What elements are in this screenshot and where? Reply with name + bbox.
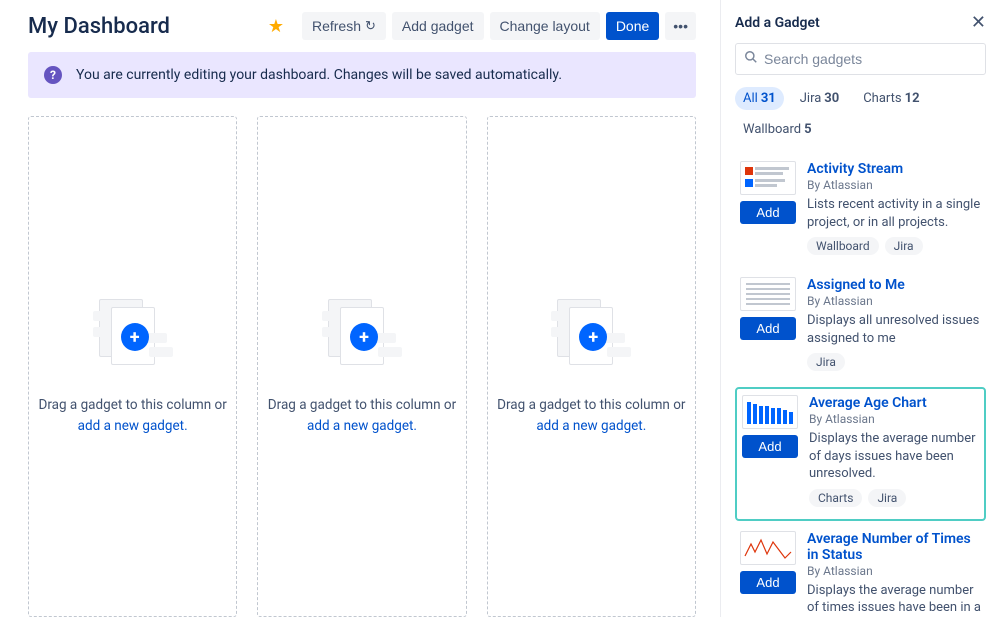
gadget-tag[interactable]: Jira	[885, 237, 923, 255]
drop-illustration: +	[93, 297, 173, 377]
gadget-tag[interactable]: Jira	[868, 489, 906, 507]
gadget-list[interactable]: AddActivity StreamBy AtlassianLists rece…	[735, 155, 996, 617]
gadget-tags: Wallboard Jira	[807, 237, 982, 255]
gadget-item: Add Assigned to MeBy Atlassian Displays al…	[735, 271, 986, 383]
gadget-description: Lists recent activity in a single projec…	[807, 196, 982, 231]
gadget-add-button[interactable]: Add	[740, 317, 796, 340]
gadget-item: Add Activity StreamBy Atlassian Lists rece…	[735, 155, 986, 267]
gadget-author: By Atlassian	[807, 178, 982, 192]
add-gadget-panel: Add a Gadget ✕ All 31 Jira 30 Charts 12 Wal…	[720, 0, 1000, 617]
gadget-add-button[interactable]: Add	[742, 435, 798, 458]
gadget-description: Displays the average number of days issu…	[809, 430, 980, 483]
gadget-thumbnail	[740, 277, 796, 311]
drop-illustration: +	[551, 297, 631, 377]
drop-text: Drag a gadget to this column or add a ne…	[38, 395, 226, 436]
gadget-thumbnail	[740, 161, 796, 195]
gadget-title[interactable]: Average Number of Times in Status	[807, 531, 982, 563]
sidebar-title: Add a Gadget	[735, 15, 820, 31]
plus-icon: +	[121, 323, 149, 351]
drop-text: Drag a gadget to this column or add a ne…	[497, 395, 685, 436]
page-title: My Dashboard	[28, 14, 268, 39]
gadget-add-button[interactable]: Add	[740, 201, 796, 224]
main-area: My Dashboard ★ Refresh ↻ Add gadget Chan…	[0, 0, 720, 617]
search-input[interactable]	[764, 51, 977, 67]
gadget-tags: Jira	[807, 353, 982, 371]
gadget-author: By Atlassian	[807, 294, 982, 308]
gadget-tags: Charts Jira	[809, 489, 980, 507]
change-layout-button[interactable]: Change layout	[490, 12, 600, 40]
add-new-gadget-link[interactable]: add a new gadget.	[536, 418, 646, 434]
done-button[interactable]: Done	[606, 12, 659, 40]
header: My Dashboard ★ Refresh ↻ Add gadget Chan…	[0, 12, 720, 52]
columns: + Drag a gadget to this column or add a …	[0, 116, 720, 617]
filter-tabs: All 31 Jira 30 Charts 12 Wallboard 5	[735, 87, 986, 141]
gadget-tag[interactable]: Wallboard	[807, 237, 879, 255]
drop-illustration: +	[322, 297, 402, 377]
search-icon	[744, 50, 758, 68]
gadget-description: Displays all unresolved issues assigned …	[807, 312, 982, 347]
gadget-title[interactable]: Assigned to Me	[807, 277, 982, 293]
refresh-label: Refresh	[312, 18, 361, 34]
filter-charts[interactable]: Charts 12	[855, 87, 927, 110]
filter-jira[interactable]: Jira 30	[792, 87, 847, 110]
gadget-author: By Atlassian	[809, 412, 980, 426]
gadget-author: By Atlassian	[807, 564, 982, 578]
gadget-add-button[interactable]: Add	[740, 571, 796, 594]
gadget-tag[interactable]: Jira	[807, 353, 845, 371]
more-icon: •••	[673, 18, 688, 34]
filter-wallboard[interactable]: Wallboard 5	[735, 118, 820, 141]
add-new-gadget-link[interactable]: add a new gadget.	[78, 418, 188, 434]
filter-all[interactable]: All 31	[735, 87, 784, 110]
sidebar-header: Add a Gadget ✕	[735, 12, 986, 33]
add-gadget-button[interactable]: Add gadget	[392, 12, 484, 40]
edit-banner: ? You are currently editing your dashboa…	[28, 52, 696, 98]
add-new-gadget-link[interactable]: add a new gadget.	[307, 418, 417, 434]
gadget-description: Displays the average number of times iss…	[807, 582, 982, 617]
star-icon[interactable]: ★	[268, 16, 284, 37]
gadget-item: Add Average Number of Times in StatusBy A…	[735, 525, 986, 617]
banner-text: You are currently editing your dashboard…	[76, 67, 562, 83]
search-box[interactable]	[735, 43, 986, 75]
refresh-button[interactable]: Refresh ↻	[302, 12, 386, 40]
gadget-tag[interactable]: Charts	[809, 489, 862, 507]
refresh-icon: ↻	[365, 18, 376, 34]
dashboard-column[interactable]: + Drag a gadget to this column or add a …	[257, 116, 466, 617]
gadget-title[interactable]: Average Age Chart	[809, 395, 980, 411]
dashboard-column[interactable]: + Drag a gadget to this column or add a …	[487, 116, 696, 617]
gadget-item: Add Average Age ChartBy Atlassian Displays…	[735, 387, 986, 521]
gadget-thumbnail	[740, 531, 796, 565]
drop-text: Drag a gadget to this column or add a ne…	[268, 395, 456, 436]
gadget-thumbnail	[742, 395, 798, 429]
info-icon: ?	[44, 66, 62, 84]
more-button[interactable]: •••	[665, 12, 696, 40]
close-icon[interactable]: ✕	[971, 12, 986, 33]
dashboard-column[interactable]: + Drag a gadget to this column or add a …	[28, 116, 237, 617]
gadget-title[interactable]: Activity Stream	[807, 161, 982, 177]
